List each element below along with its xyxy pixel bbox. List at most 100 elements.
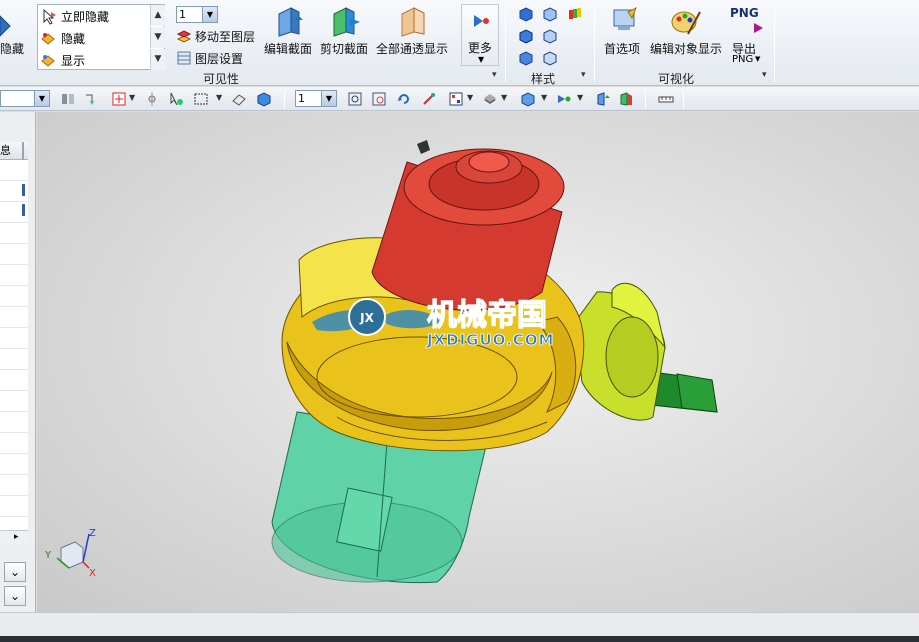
edit-section-button[interactable]: 编辑截面 [262, 4, 316, 64]
static-wire-icon[interactable] [518, 50, 534, 66]
move-to-layer-button[interactable]: 移动至图层 [176, 27, 258, 45]
hide-item[interactable]: 隐藏 [38, 28, 150, 49]
cube-select-icon[interactable] [256, 91, 272, 107]
show-icon [41, 54, 55, 67]
table-row[interactable] [0, 245, 28, 265]
table-row[interactable] [0, 392, 28, 412]
selection-filter-combo[interactable]: ▼ [0, 90, 50, 107]
table-row[interactable] [0, 266, 28, 286]
pan-icon[interactable] [421, 91, 437, 107]
rotate-icon[interactable] [396, 91, 412, 107]
show-hide-icon[interactable] [556, 91, 572, 107]
cursor-hide-icon [43, 8, 56, 25]
chevron-down-icon: ⌄ [9, 589, 21, 603]
table-row[interactable] [0, 224, 28, 244]
select-add-icon[interactable] [111, 91, 127, 107]
table-row[interactable] [0, 497, 28, 517]
table-row[interactable] [0, 455, 28, 475]
table-row[interactable] [0, 434, 28, 454]
separator [774, 4, 775, 82]
style-icons [512, 4, 592, 68]
preferences-button[interactable]: 首选项 [602, 4, 646, 64]
shaded-edge-icon[interactable] [518, 28, 534, 44]
graphics-viewport[interactable]: JX 机械帝国 JXDIGUO.COM Z Y X [37, 112, 919, 612]
table-row[interactable] [0, 350, 28, 370]
visualization-group-expand[interactable]: ▾ [762, 70, 767, 80]
clip-section-button[interactable]: 剪切截面 [318, 4, 374, 64]
more-dropdown-icon: ▼ [478, 55, 485, 64]
preview-collapse-button[interactable]: ⌄ [4, 586, 26, 606]
render-style-dropdown[interactable]: ▼ [501, 93, 507, 102]
measure-icon[interactable] [658, 91, 674, 107]
orient-view-dropdown[interactable]: ▼ [541, 93, 547, 102]
table-row[interactable] [0, 476, 28, 496]
zoom-icon[interactable] [371, 91, 387, 107]
layout-icon[interactable] [448, 91, 464, 107]
studio-icon[interactable] [542, 50, 558, 66]
cover-part[interactable] [371, 140, 565, 311]
quick-pick-icon[interactable] [168, 91, 184, 107]
style-group-expand[interactable]: ▾ [581, 70, 586, 80]
orient-view-icon[interactable] [520, 91, 536, 107]
model-view[interactable]: JX 机械帝国 JXDIGUO.COM [37, 112, 919, 612]
rectangle-select-dropdown[interactable]: ▼ [216, 93, 222, 102]
list-expand[interactable]: ▼ [150, 49, 165, 70]
chevron-down-icon: ▼ [321, 91, 336, 106]
more-button[interactable]: 更多 ▼ [461, 4, 499, 66]
wire-cube-icon[interactable] [542, 6, 558, 22]
clip-view-icon[interactable] [618, 91, 634, 107]
hidden-line-icon[interactable] [542, 28, 558, 44]
visibility-list[interactable]: 立即隐藏 隐藏 显示 ▲ ▼ ▼ [37, 4, 165, 70]
shaded-cube-icon[interactable] [518, 6, 534, 22]
triad-z-label: Z [89, 528, 96, 539]
render-style-icon[interactable] [482, 91, 498, 107]
preferences-label: 首选项 [604, 42, 641, 56]
column-resize-handle[interactable] [22, 142, 24, 160]
show-item[interactable]: 显示 [38, 50, 150, 71]
horizontal-scrollbar[interactable]: ▸ [0, 530, 28, 546]
more-icon [474, 15, 489, 27]
layer-combo[interactable]: 1 ▼ [176, 6, 218, 23]
color-icon[interactable] [567, 6, 583, 22]
layer-settings-button[interactable]: 图层设置 [176, 49, 256, 67]
hide-button[interactable]: 隐藏 [0, 4, 30, 64]
snap-point-icon[interactable] [144, 91, 160, 107]
work-layer-combo[interactable]: 1 ▼ [295, 90, 337, 107]
visibility-group-expand[interactable]: ▾ [492, 70, 497, 80]
scroll-right-icon: ▸ [14, 532, 19, 542]
preferences-icon [613, 6, 637, 30]
navigator-table[interactable]: 息 [0, 142, 28, 542]
rectangle-select-icon[interactable] [193, 91, 209, 107]
show-hide-dropdown[interactable]: ▼ [577, 93, 583, 102]
table-row[interactable] [0, 287, 28, 307]
show-through-button[interactable]: 全部通透显示 [376, 4, 450, 64]
eraser-icon[interactable] [231, 91, 247, 107]
move-to-layer-label: 移动至图层 [195, 30, 256, 44]
show-through-icon [401, 7, 425, 37]
details-collapse-button[interactable]: ⌄ [4, 562, 26, 582]
fit-view-icon[interactable] [347, 91, 363, 107]
layout-dropdown[interactable]: ▼ [467, 93, 473, 102]
section-view-icon[interactable] [595, 91, 611, 107]
hide-arrow-icon [0, 15, 11, 37]
select-add-dropdown[interactable]: ▼ [129, 93, 135, 102]
edit-object-display-button[interactable]: 编辑对象显示 [648, 4, 724, 64]
list-scroll-down[interactable]: ▼ [150, 27, 165, 48]
list-scroll-up[interactable]: ▲ [150, 5, 165, 26]
visualization-group-label: 可视化 [658, 72, 695, 86]
flange-part[interactable] [574, 282, 666, 421]
hide-immediately-item[interactable]: 立即隐藏 [38, 6, 150, 27]
table-row[interactable] [0, 371, 28, 391]
table-row[interactable] [0, 308, 28, 328]
navigator-header-text: 息 [0, 144, 11, 157]
export-png-icon [754, 23, 763, 33]
table-row[interactable] [0, 161, 28, 181]
snap-icon[interactable] [60, 91, 76, 107]
hide-immediately-label: 立即隐藏 [61, 10, 110, 24]
filter-arrows-icon[interactable] [84, 91, 100, 107]
table-row[interactable] [0, 413, 28, 433]
table-row[interactable] [0, 329, 28, 349]
chevron-down-icon: ⌄ [9, 565, 21, 579]
export-png-button[interactable]: PNG 导出 PNG ▼ [726, 4, 766, 66]
view-triad[interactable]: Z Y X [43, 528, 103, 578]
